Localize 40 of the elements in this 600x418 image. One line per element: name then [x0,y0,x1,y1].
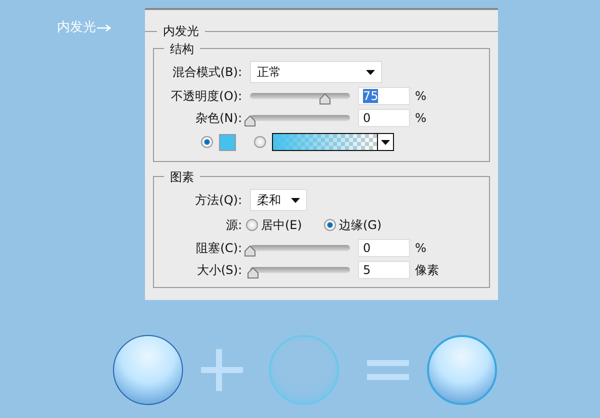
radio-button[interactable] [254,136,266,148]
callout-label: 内发光 [57,19,96,37]
group-title: 结构 [164,40,200,58]
field-label: 不透明度(O): [170,88,243,105]
dialog-title: 内发光 [162,23,200,40]
field-label: 方法(Q): [194,192,243,209]
number-input[interactable]: 0 [358,239,410,257]
number-input[interactable]: 5 [358,261,410,279]
gradient-picker[interactable] [272,133,394,151]
field-label: 源: [224,217,243,234]
caret-icon [381,140,390,144]
slider-thumb[interactable] [244,245,256,257]
slider-thumb[interactable] [319,93,331,105]
number-input[interactable]: 0 [358,109,410,127]
ring-drawing [269,335,339,405]
field-label: 阻塞(C): [195,240,243,257]
radio-label[interactable]: 居中(E) [261,216,302,234]
radio-button[interactable] [201,136,213,148]
slider-thumb[interactable] [247,267,259,279]
plus-icon [201,349,243,391]
slider-thumb[interactable] [244,115,256,127]
dropdown[interactable]: 正常 [250,61,382,83]
unit-label: % [415,88,426,105]
radio-button[interactable] [324,219,336,231]
color-swatch[interactable] [219,134,236,150]
arrow-icon [97,24,111,32]
unit-label: % [415,240,426,257]
radio-label[interactable]: 边缘(G) [338,216,382,234]
field-label: 杂色(N): [194,110,243,127]
caret-icon [291,198,300,202]
unit-label: 像素 [415,262,439,279]
unit-label: % [415,110,426,127]
caret-icon [366,70,375,74]
number-input[interactable]: 75 [358,87,410,105]
equals-icon [367,360,409,380]
field-label: 大小(S): [196,262,243,279]
field-label: 混合模式(B): [171,64,243,81]
dropdown[interactable]: 柔和 [250,189,307,211]
group-title: 图素 [164,168,200,186]
radio-button[interactable] [246,219,258,231]
